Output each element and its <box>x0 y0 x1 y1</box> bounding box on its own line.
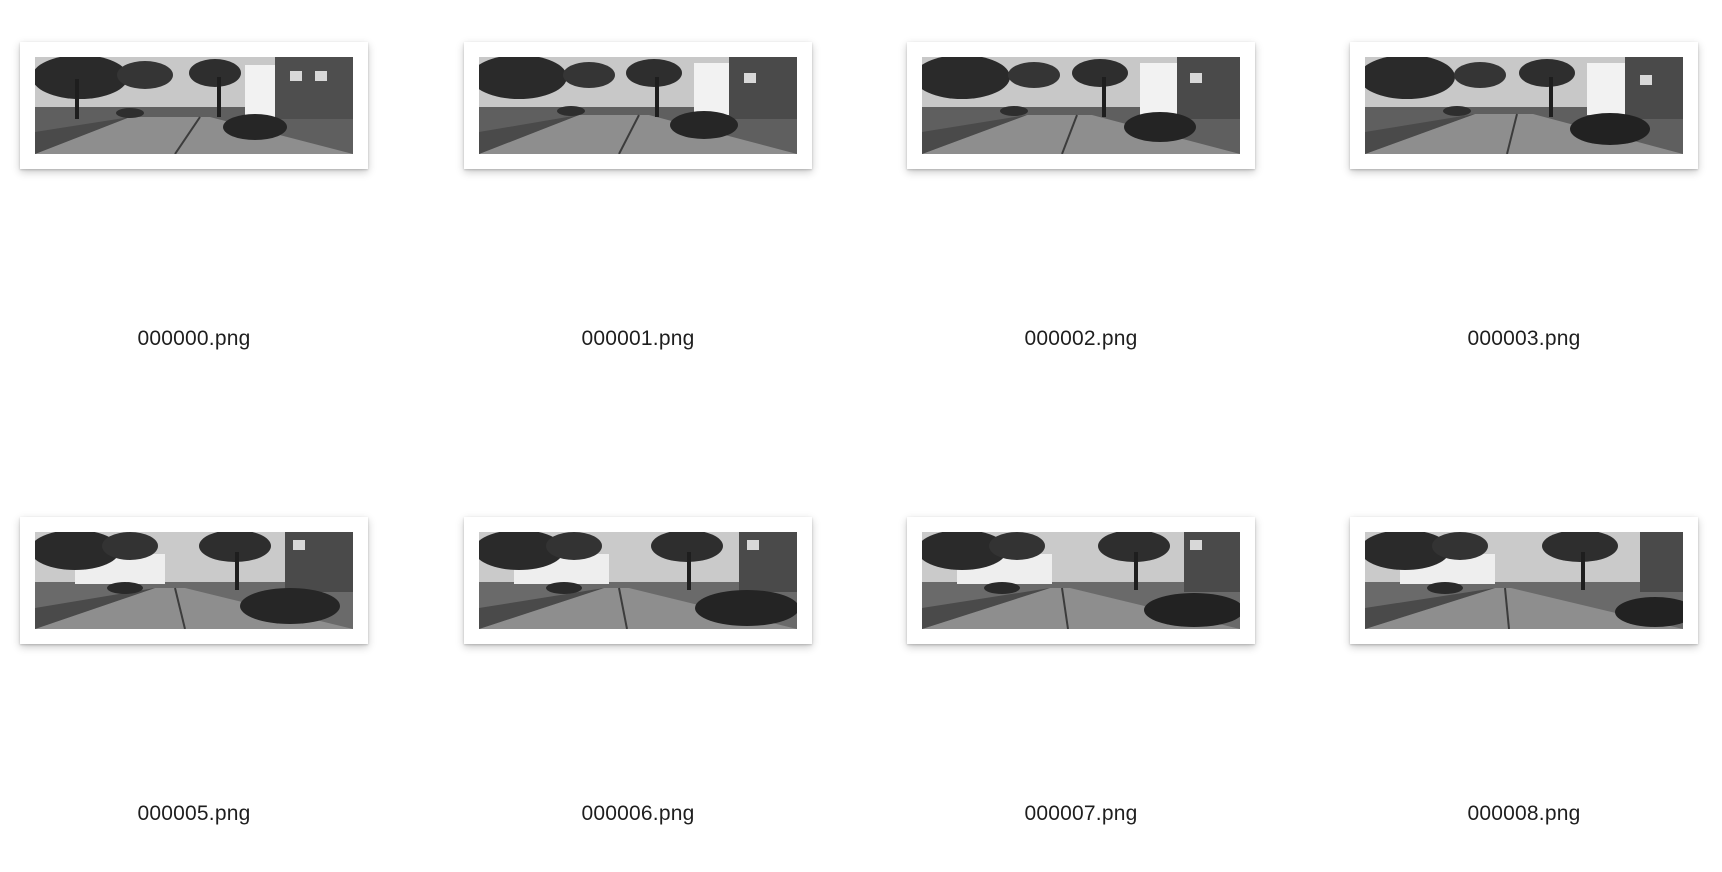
file-item[interactable]: 000008.png <box>1330 475 1722 872</box>
image-thumbnail[interactable] <box>20 42 368 169</box>
file-item[interactable]: 000006.png <box>444 475 884 872</box>
file-item[interactable]: 000002.png <box>887 0 1327 430</box>
street-scene-thumbnail-icon <box>922 57 1240 154</box>
image-thumbnail[interactable] <box>464 517 812 644</box>
street-scene-thumbnail-icon <box>922 532 1240 629</box>
street-scene-thumbnail-icon <box>1365 57 1683 154</box>
image-thumbnail[interactable] <box>907 42 1255 169</box>
image-thumbnail[interactable] <box>464 42 812 169</box>
file-name[interactable]: 000000.png <box>0 327 388 351</box>
image-thumbnail[interactable] <box>1350 517 1698 644</box>
street-scene-thumbnail-icon <box>1365 532 1683 629</box>
file-item[interactable]: 000005.png <box>0 475 440 872</box>
file-name[interactable]: 000003.png <box>1330 327 1718 351</box>
file-name[interactable]: 000002.png <box>887 327 1275 351</box>
file-name[interactable]: 000008.png <box>1330 802 1718 826</box>
image-thumbnail[interactable] <box>1350 42 1698 169</box>
image-thumbnail[interactable] <box>907 517 1255 644</box>
file-name[interactable]: 000001.png <box>444 327 832 351</box>
file-item[interactable]: 000003.png <box>1330 0 1722 430</box>
file-item[interactable]: 000001.png <box>444 0 884 430</box>
street-scene-thumbnail-icon <box>479 57 797 154</box>
image-thumbnail[interactable] <box>20 517 368 644</box>
file-item[interactable]: 000000.png <box>0 0 440 430</box>
street-scene-thumbnail-icon <box>479 532 797 629</box>
file-name[interactable]: 000007.png <box>887 802 1275 826</box>
street-scene-thumbnail-icon <box>35 57 353 154</box>
file-item[interactable]: 000007.png <box>887 475 1327 872</box>
file-grid: 000000.png 000001.png 000002.png 000003.… <box>0 0 1722 872</box>
file-name[interactable]: 000005.png <box>0 802 388 826</box>
file-name[interactable]: 000006.png <box>444 802 832 826</box>
street-scene-thumbnail-icon <box>35 532 353 629</box>
